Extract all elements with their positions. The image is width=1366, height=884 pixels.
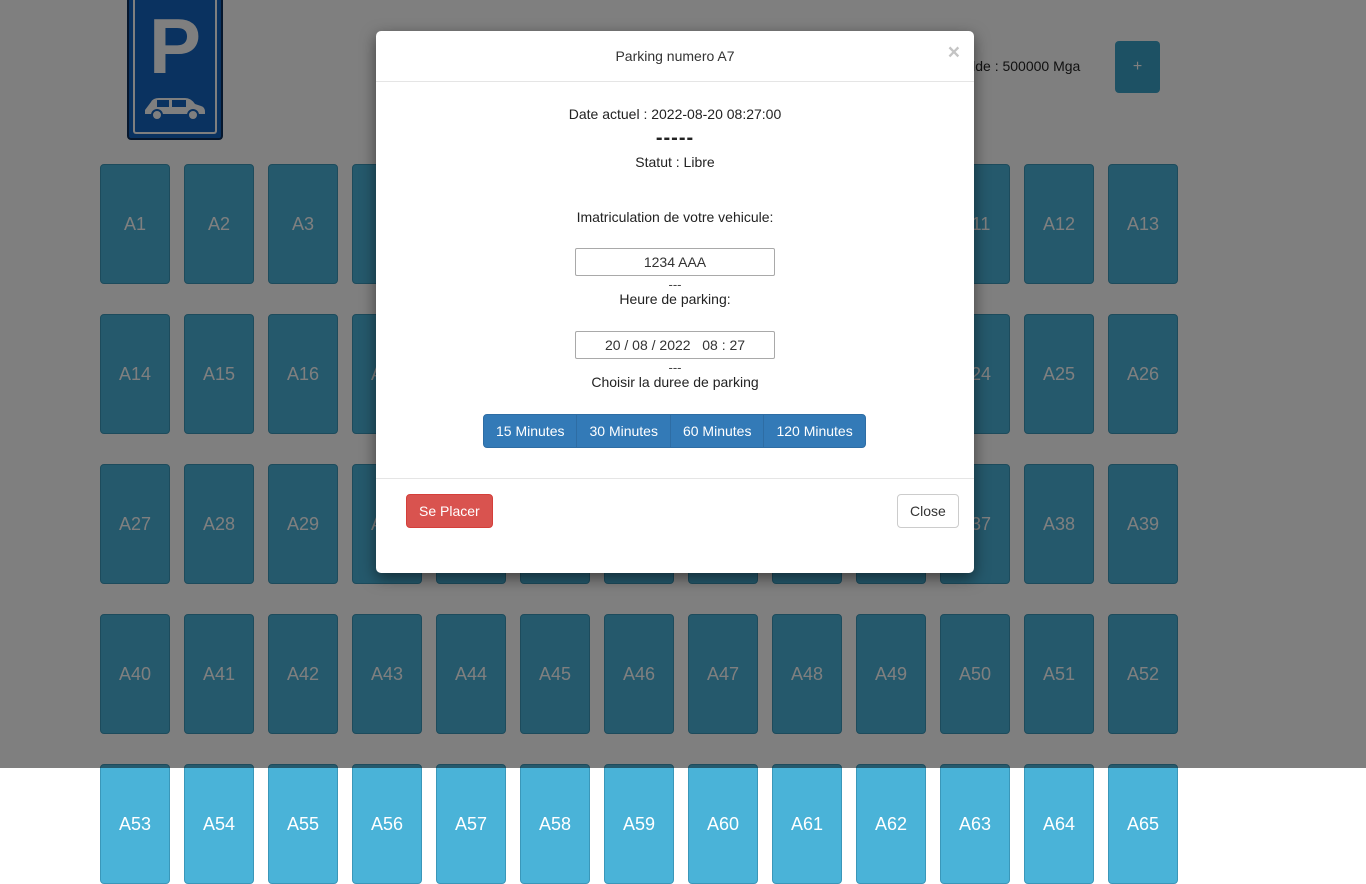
separator: ----- bbox=[655, 127, 695, 149]
parking-spot[interactable]: A54 bbox=[184, 764, 254, 884]
separator-small: --- bbox=[668, 277, 682, 292]
plate-input[interactable]: 1234 AAA bbox=[575, 248, 775, 276]
separator-small: --- bbox=[668, 360, 682, 375]
duration-button-group: 15 Minutes 30 Minutes 60 Minutes 120 Min… bbox=[483, 414, 866, 448]
parking-spot[interactable]: A61 bbox=[772, 764, 842, 884]
duration-label: Choisir la duree de parking bbox=[591, 374, 759, 390]
parking-spot[interactable]: A55 bbox=[268, 764, 338, 884]
parking-spot[interactable]: A64 bbox=[1024, 764, 1094, 884]
duration-30-button[interactable]: 30 Minutes bbox=[576, 414, 671, 448]
datetime-input[interactable]: 20 / 08 / 2022 08 : 27 bbox=[575, 331, 775, 359]
modal-title: Parking numero A7 bbox=[615, 48, 735, 64]
status-text: Statut : Libre bbox=[635, 154, 715, 170]
plate-label: Imatriculation de votre vehicule: bbox=[576, 209, 774, 225]
duration-15-button[interactable]: 15 Minutes bbox=[483, 414, 578, 448]
modal-body: Date actuel : 2022-08-20 08:27:00 ----- … bbox=[376, 82, 974, 479]
parking-spot[interactable]: A60 bbox=[688, 764, 758, 884]
duration-60-button[interactable]: 60 Minutes bbox=[669, 414, 765, 448]
parking-modal: Parking numero A7 × Date actuel : 2022-0… bbox=[376, 31, 974, 573]
parking-spot[interactable]: A58 bbox=[520, 764, 590, 884]
parking-spot[interactable]: A62 bbox=[856, 764, 926, 884]
parking-spot[interactable]: A59 bbox=[604, 764, 674, 884]
time-label: Heure de parking: bbox=[619, 291, 731, 307]
parking-spot[interactable]: A57 bbox=[436, 764, 506, 884]
duration-120-button[interactable]: 120 Minutes bbox=[763, 414, 866, 448]
parking-spot[interactable]: A63 bbox=[940, 764, 1010, 884]
current-date: Date actuel : 2022-08-20 08:27:00 bbox=[568, 106, 782, 122]
se-placer-button[interactable]: Se Placer bbox=[406, 494, 493, 528]
parking-spot[interactable]: A65 bbox=[1108, 764, 1178, 884]
parking-spot[interactable]: A56 bbox=[352, 764, 422, 884]
modal-header: Parking numero A7 × bbox=[376, 31, 974, 82]
close-icon[interactable]: × bbox=[948, 42, 960, 63]
parking-spot[interactable]: A53 bbox=[100, 764, 170, 884]
close-button[interactable]: Close bbox=[897, 494, 959, 528]
